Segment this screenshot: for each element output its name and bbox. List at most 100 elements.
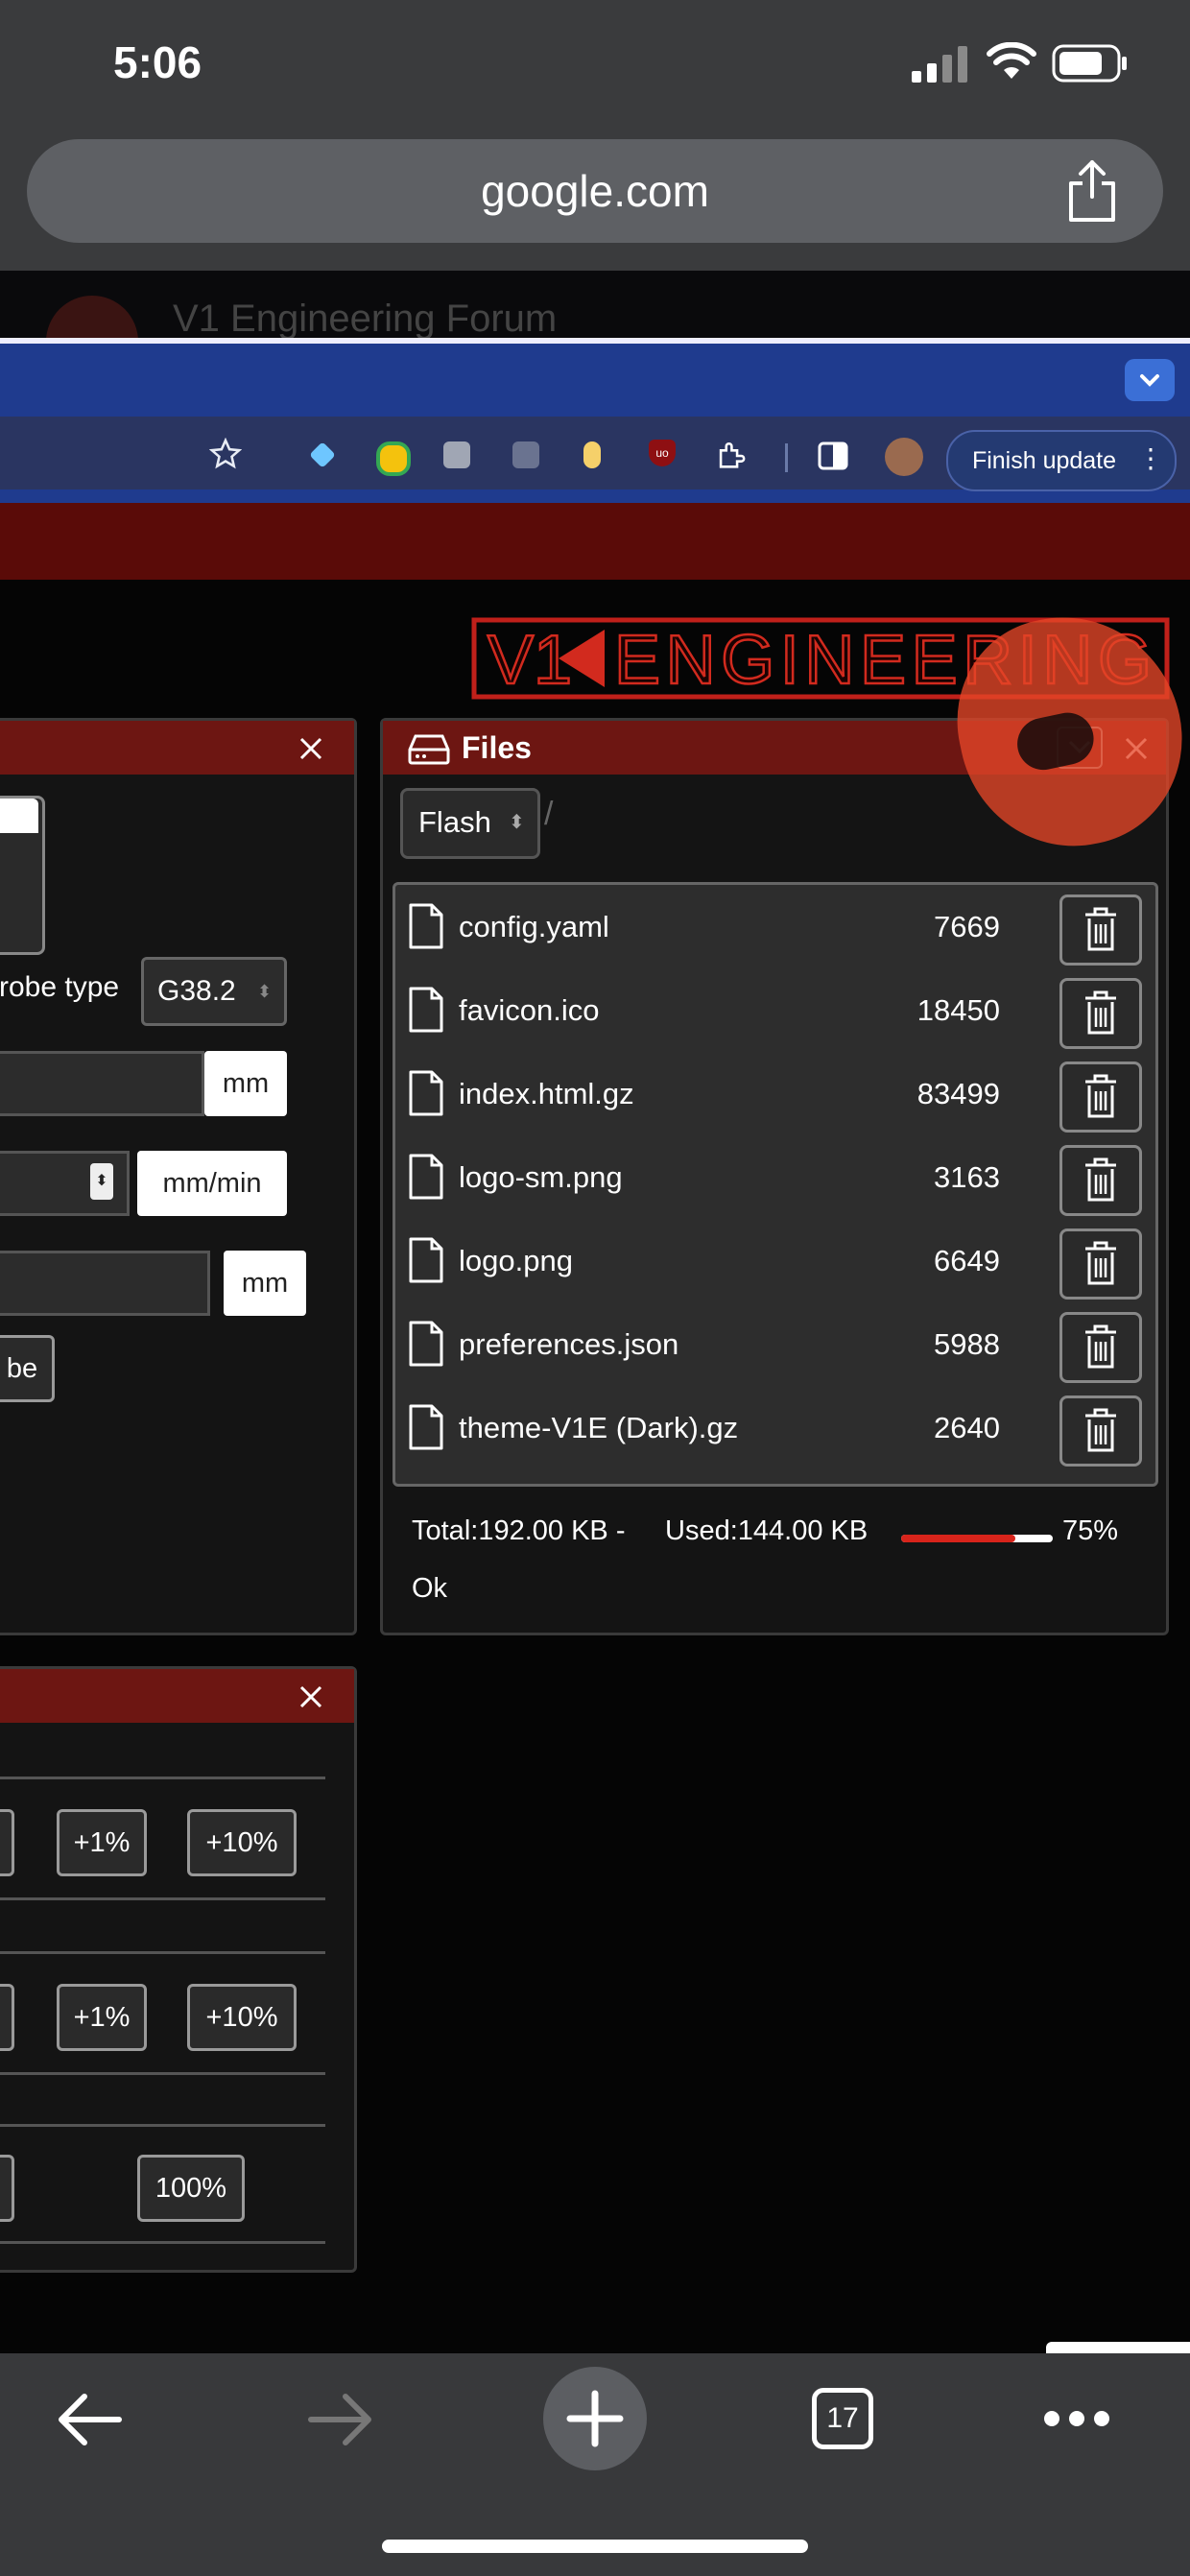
back-arrow-icon[interactable]	[56, 2392, 123, 2447]
divider	[0, 1777, 325, 1779]
address-bar[interactable]: google.com	[27, 139, 1163, 243]
status-message: Ok	[412, 1573, 448, 1604]
extension-grid-icon[interactable]	[512, 441, 539, 468]
file-name[interactable]: config.yaml	[459, 885, 609, 968]
trash-icon	[1085, 1074, 1116, 1118]
tab-search-button[interactable]	[1125, 359, 1175, 401]
file-icon	[409, 1154, 443, 1200]
share-icon[interactable]	[1063, 158, 1121, 224]
file-size: 7669	[934, 910, 1000, 943]
file-row[interactable]: theme-V1E (Dark).gz 2640	[395, 1386, 1155, 1469]
delete-file-button[interactable]	[1059, 1061, 1142, 1133]
status-time: 5:06	[113, 37, 202, 87]
extension-chrome-icon[interactable]	[376, 441, 411, 476]
feed-plus-10-button[interactable]: +10%	[187, 1809, 297, 1876]
profile-avatar[interactable]	[885, 438, 923, 476]
storage-total: Total:192.00 KB -	[412, 1515, 626, 1546]
spindle-plus-10-button[interactable]: +10%	[187, 1984, 297, 2051]
path-breadcrumb[interactable]: /	[544, 796, 553, 833]
probe-type-label: robe type	[0, 971, 120, 1003]
more-menu-icon[interactable]: ⋮	[1136, 432, 1165, 489]
more-icon[interactable]	[1042, 2409, 1111, 2428]
file-name[interactable]: theme-V1E (Dark).gz	[459, 1386, 738, 1469]
files-panel-title: Files	[462, 730, 532, 765]
file-icon	[409, 1321, 443, 1367]
file-name[interactable]: favicon.ico	[459, 968, 599, 1052]
file-size: 83499	[916, 1077, 1000, 1110]
spindle-plus-1-button[interactable]: +1%	[57, 1984, 147, 2051]
divider	[0, 1951, 325, 1954]
file-size: 2640	[934, 1411, 1000, 1444]
close-icon[interactable]	[297, 734, 325, 763]
delete-file-button[interactable]	[1059, 1228, 1142, 1300]
file-icon	[409, 987, 443, 1033]
reset-100-button[interactable]: 100%	[137, 2155, 245, 2222]
file-name[interactable]: logo.png	[459, 1219, 573, 1302]
storage-used: Used:144.00 KB	[665, 1515, 869, 1546]
trash-icon	[1085, 1157, 1116, 1202]
ios-top-bar: 5:06 google.com	[0, 0, 1190, 271]
stepper-icon[interactable]: ⬍	[90, 1163, 113, 1200]
file-name[interactable]: index.html.gz	[459, 1052, 634, 1135]
file-name[interactable]: preferences.json	[459, 1302, 678, 1386]
embedded-screenshot: uo Finish update ⋮ V1 ENGINEERING robe t…	[0, 338, 1190, 2353]
file-size: 5988	[934, 1327, 1000, 1361]
star-icon[interactable]	[209, 438, 242, 470]
storage-progress-bar	[901, 1535, 1053, 1542]
probe-distance-input[interactable]	[0, 1051, 204, 1116]
file-size: 3163	[934, 1160, 1000, 1194]
unit-mm: mm	[204, 1051, 287, 1116]
forward-arrow-icon[interactable]	[307, 2392, 374, 2447]
probe-offset-input[interactable]	[0, 1251, 210, 1316]
window-corner	[1046, 2342, 1190, 2353]
svg-text:V1: V1	[488, 622, 572, 699]
trash-icon	[1085, 907, 1116, 951]
delete-file-button[interactable]	[1059, 1145, 1142, 1216]
battery-icon	[1052, 44, 1127, 83]
extensions-puzzle-icon[interactable]	[714, 440, 747, 472]
ublock-icon[interactable]: uo	[649, 440, 676, 466]
divider	[0, 2124, 325, 2127]
finish-update-button[interactable]: Finish update ⋮	[946, 430, 1177, 491]
probe-type-value: G38.2	[157, 975, 236, 1007]
file-row[interactable]: logo.png 6649	[395, 1219, 1155, 1302]
override-button-partial[interactable]	[0, 1984, 14, 2051]
file-row[interactable]: favicon.ico 18450	[395, 968, 1155, 1052]
address-bar-url: google.com	[481, 166, 709, 216]
override-button-partial[interactable]	[0, 1809, 14, 1876]
file-row[interactable]: config.yaml 7669	[395, 885, 1155, 968]
filesystem-select[interactable]: Flash ⬍	[400, 788, 540, 859]
file-row[interactable]: logo-sm.png 3163	[395, 1135, 1155, 1219]
unit-mm-min: mm/min	[137, 1151, 287, 1216]
storage-percent: 75%	[1062, 1515, 1119, 1546]
divider	[0, 1897, 325, 1900]
probe-feedrate-input[interactable]: ⬍	[0, 1151, 130, 1216]
delete-file-button[interactable]	[1059, 1312, 1142, 1383]
probe-type-select[interactable]: G38.2 ⬍	[141, 957, 287, 1026]
close-icon[interactable]	[297, 1682, 325, 1711]
tabs-icon[interactable]: 17	[812, 2388, 873, 2449]
app-header-bar	[0, 503, 1190, 580]
file-row[interactable]: preferences.json 5988	[395, 1302, 1155, 1386]
wifi-icon	[987, 42, 1036, 79]
delete-file-button[interactable]	[1059, 894, 1142, 966]
probe-preview-box	[0, 796, 45, 955]
file-name[interactable]: logo-sm.png	[459, 1135, 623, 1219]
new-tab-button[interactable]	[543, 2367, 647, 2470]
chevron-down-icon	[1140, 374, 1159, 387]
extension-k-icon[interactable]	[443, 441, 470, 468]
delete-file-button[interactable]	[1059, 978, 1142, 1049]
delete-file-button[interactable]	[1059, 1395, 1142, 1467]
overlay-hole	[1012, 707, 1099, 775]
start-probe-button[interactable]: be	[0, 1335, 55, 1402]
probe-preview-header	[0, 799, 38, 833]
file-row[interactable]: index.html.gz 83499	[395, 1052, 1155, 1135]
probe-panel: robe type G38.2 ⬍ mm ⬍ mm/min mm be	[0, 718, 357, 1635]
side-panel-icon[interactable]	[818, 441, 848, 470]
tab-count: 17	[826, 2402, 859, 2434]
feed-plus-1-button[interactable]: +1%	[57, 1809, 147, 1876]
select-arrows-icon: ⬍	[509, 812, 525, 833]
toolbar-divider	[785, 443, 788, 472]
extension-capsule-icon[interactable]	[583, 441, 601, 468]
override-button-partial[interactable]	[0, 2155, 14, 2222]
